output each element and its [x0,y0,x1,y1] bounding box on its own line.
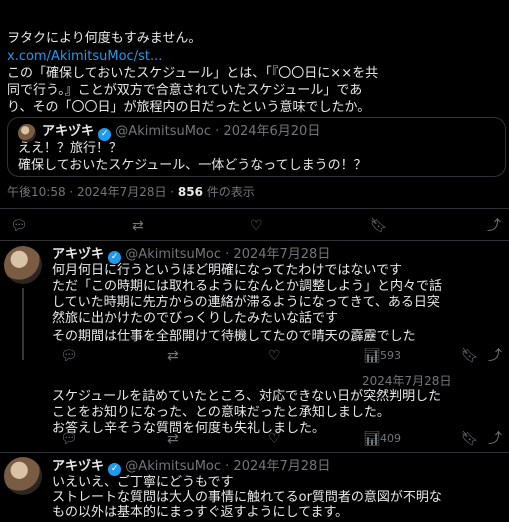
heart-icon[interactable]: ♡ [268,431,281,447]
reply1-line-6: その期間は仕事を全部開けて待機してたので晴天の霹靂でした [52,329,416,344]
avatar[interactable] [4,457,42,495]
main-tweet-line-4: 同で行う。』ことが双方で合意されていたスケジュール」であ [7,83,363,98]
share-icon[interactable]: ⤴ [488,431,502,447]
main-tweet-line-5: り、その「〇〇日」が旅程内の日だったという意味でしたか。 [7,100,371,115]
reply-icon[interactable]: 💬︎ [60,431,78,447]
thread-line [22,288,24,360]
main-tweet-line-1: ヲタクにより何度もすみません。 [7,31,202,46]
view-label: 件の表示 [202,185,255,199]
reply-icon[interactable]: 💬︎ [60,348,78,364]
heart-icon[interactable]: ♡ [268,348,281,364]
reply-handle[interactable]: @AkimitsuMoc · 2024年7月28日 [125,459,330,474]
quote-line-1: ええ！？旅行！？ [18,141,123,156]
bookmark-icon[interactable]: 🔖︎ [461,348,479,364]
share-icon[interactable]: ⤴ [487,218,501,234]
main-tweet-link[interactable]: x.com/AkimitsuMoc/st... [7,48,162,66]
divider [0,208,509,209]
retweet-icon[interactable]: ⇄ [132,218,144,234]
quote-handle: @AkimitsuMoc · 2024年6月20日 [115,124,321,139]
bookmark-icon[interactable]: 🔖︎ [370,218,388,234]
heart-icon[interactable]: ♡ [250,218,263,234]
reply-icon[interactable]: 💬︎ [10,218,28,234]
quote-author-name: アキヅキ [42,124,95,139]
reply2-view-count: 409 [380,432,401,445]
tweet-timestamp[interactable]: 午後10:58 · 2024年7月28日 · [7,185,178,199]
reply2-line-3: お答えし辛そうな質問を何度も失礼しました。 [52,421,326,436]
retweet-icon[interactable]: ⇄ [167,431,179,447]
reply1-line-4: 然旅に出かけたのでびっくりしたみたいな話です [52,311,339,326]
views-icon[interactable]: 📊︎ [363,431,381,447]
retweet-icon[interactable]: ⇄ [167,348,179,364]
reply3-line-3: もの以外は基本的にまっすぐ返すようにしてます。 [52,505,349,520]
tweet-meta: 午後10:58 · 2024年7月28日 · 856 件の表示 [7,183,255,201]
view-count: 856 [177,185,203,199]
share-icon[interactable]: ⤴ [488,348,502,364]
reply-author-name[interactable]: アキヅキ [52,247,104,262]
quote-line-2: 確保しておいたスケジュール、一体どうなってしまうの！？ [18,158,367,173]
avatar[interactable] [4,246,42,284]
divider [0,240,509,241]
reply1-view-count: 593 [380,349,401,362]
divider [0,452,509,453]
main-tweet-line-3: この「確保しておいたスケジュール」とは、「『〇〇日に××を共 [7,66,379,81]
reply-author-name[interactable]: アキヅキ [52,459,104,474]
reply-handle[interactable]: @AkimitsuMoc · 2024年7月28日 [125,247,330,262]
quoted-tweet[interactable]: アキヅキ ✓ @AkimitsuMoc · 2024年6月20日 ええ！？旅行！… [7,117,506,177]
bookmark-icon[interactable]: 🔖︎ [461,431,479,447]
views-icon[interactable]: 📊︎ [363,348,381,364]
